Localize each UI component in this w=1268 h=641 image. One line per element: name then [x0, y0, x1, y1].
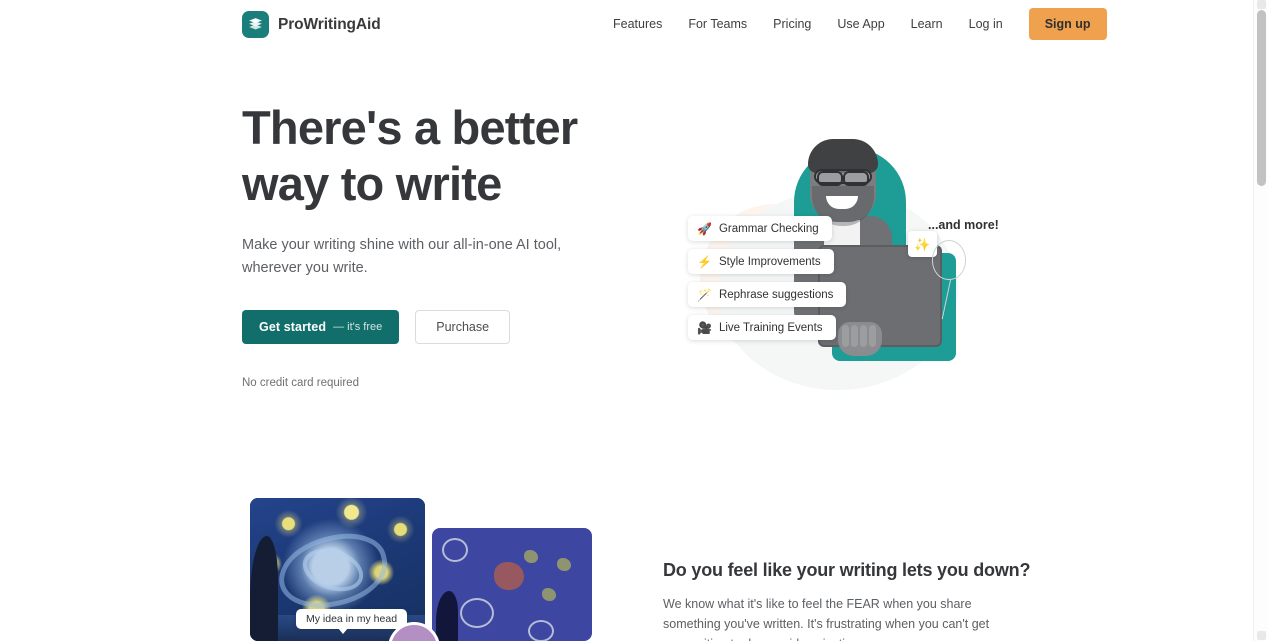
feature-chip-label: Live Training Events — [718, 321, 823, 334]
section-two-body: We know what it's like to feel the FEAR … — [663, 597, 990, 641]
magic-wand-icon: 🪄 — [697, 287, 712, 302]
section-two-title: Do you feel like your writing lets you d… — [663, 560, 1031, 580]
crude-swirl — [460, 598, 494, 628]
nav-link-log-in[interactable]: Log in — [956, 11, 1016, 37]
hero-copy: There's a better way to write Make your … — [242, 100, 642, 389]
purchase-button[interactable]: Purchase — [415, 310, 511, 344]
nav-link-for-teams[interactable]: For Teams — [675, 11, 760, 37]
glasses-icon — [814, 169, 872, 186]
idea-caption-chip: My idea in my head — [296, 609, 408, 634]
nav-link-use-app[interactable]: Use App — [824, 11, 897, 37]
and-more-label: ...and more! — [928, 218, 999, 232]
feature-chip-live-training-events: 🎥 Live Training Events — [688, 315, 836, 340]
feature-chip-label: Rephrase suggestions — [718, 288, 834, 301]
crude-cypress — [436, 591, 458, 641]
hero-actions: Get started — it's free Purchase — [242, 310, 642, 344]
feature-chip-style-improvements: ⚡ Style Improvements — [688, 249, 834, 274]
brand-name: ProWritingAid — [278, 15, 381, 33]
browser-viewport: ProWritingAid Features For Teams Pricing… — [0, 0, 1253, 641]
main-navigation: Features For Teams Pricing Use App Learn… — [600, 0, 1107, 48]
get-started-label: Get started — [259, 320, 327, 334]
rocket-icon: 🚀 — [697, 221, 712, 236]
get-started-button[interactable]: Get started — it's free — [242, 310, 400, 344]
nav-link-features[interactable]: Features — [600, 11, 675, 37]
hero-subtitle: Make your writing shine with our all-in-… — [242, 237, 562, 276]
feature-chip-grammar-checking: 🚀 Grammar Checking — [688, 216, 832, 241]
section-two-copy: Do you feel like your writing lets you d… — [663, 560, 1031, 641]
person-hair — [808, 139, 878, 173]
idea-comparison-images: My idea in my head — [250, 498, 595, 641]
writing-lets-you-down-section: My idea in my head Do you feel like your… — [0, 478, 1253, 641]
scrollbar-down-arrow[interactable] — [1257, 631, 1266, 640]
feature-chip-list: 🚀 Grammar Checking ⚡ Style Improvements … — [688, 216, 847, 340]
hero-title: There's a better way to write — [242, 101, 578, 210]
nav-link-pricing[interactable]: Pricing — [760, 11, 824, 37]
book-logo-icon — [242, 11, 269, 38]
scrollbar-up-arrow[interactable] — [1257, 0, 1266, 9]
crude-swirl — [442, 538, 468, 562]
starry-night-painting-image: My idea in my head — [250, 498, 425, 641]
scrollbar-thumb[interactable] — [1257, 10, 1266, 186]
hero-section: There's a better way to write Make your … — [0, 48, 1253, 478]
sign-up-button[interactable]: Sign up — [1028, 8, 1107, 40]
lightning-icon: ⚡ — [697, 254, 712, 269]
video-camera-icon: 🎥 — [697, 320, 712, 335]
crude-star — [524, 550, 538, 563]
page-scrollbar[interactable] — [1253, 0, 1268, 641]
crude-star — [557, 558, 571, 571]
hero-illustration: ✨ ...and more! 🚀 Grammar Checking ⚡ Styl… — [660, 108, 1020, 448]
feature-chip-rephrase-suggestions: 🪄 Rephrase suggestions — [688, 282, 847, 307]
page-root: ProWritingAid Features For Teams Pricing… — [0, 0, 1268, 641]
crude-swirl — [528, 620, 554, 641]
crude-sun — [494, 562, 524, 590]
nav-link-learn[interactable]: Learn — [898, 11, 956, 37]
get-started-sublabel: — it's free — [333, 321, 383, 333]
crude-star — [542, 588, 556, 601]
feature-chip-label: Grammar Checking — [718, 222, 819, 235]
balloon-icon — [932, 240, 966, 280]
no-credit-card-note: No credit card required — [242, 377, 359, 389]
brand-logo-link[interactable]: ProWritingAid — [242, 11, 381, 38]
feature-chip-label: Style Improvements — [718, 255, 821, 268]
starry-night-crude-image — [432, 528, 592, 641]
site-header: ProWritingAid Features For Teams Pricing… — [0, 0, 1253, 48]
